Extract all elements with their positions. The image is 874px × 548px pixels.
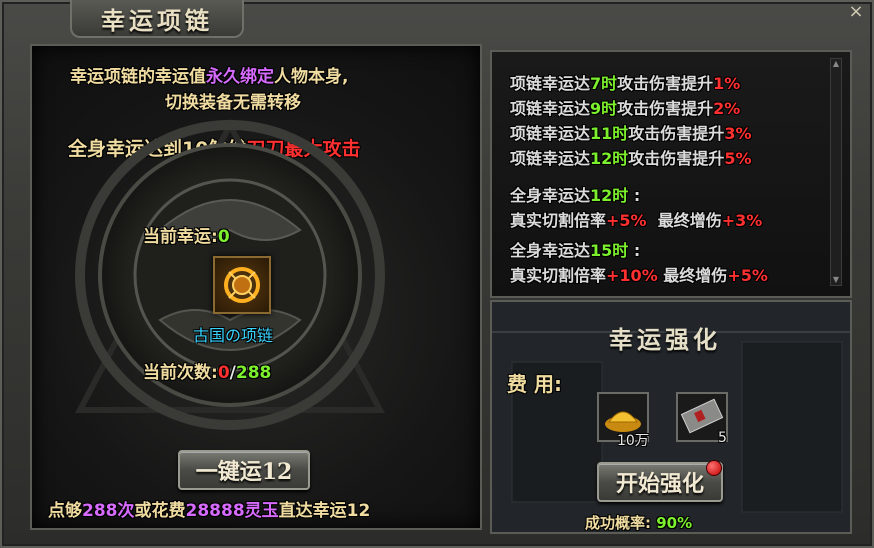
tier2-header: 全身幸运达15时 : xyxy=(510,237,640,261)
scroll-up-icon[interactable]: ▲ xyxy=(831,59,841,69)
stat-label: 真实切割倍率 xyxy=(510,211,607,230)
count-max: 288 xyxy=(235,363,272,383)
necklace-icon xyxy=(224,267,260,303)
one-click-button-label: 一键运12 xyxy=(195,459,293,485)
success-rate: 成功概率: 90% xyxy=(585,512,692,533)
success-value: 90% xyxy=(656,514,693,532)
necklace-bonus-row: 项链幸运达12时攻击伤害提升5% xyxy=(510,145,751,169)
section-title: 幸运强化 xyxy=(609,325,721,354)
close-icon[interactable]: × xyxy=(846,2,866,22)
window-title-tab: 幸运项链 xyxy=(70,0,244,38)
footer-text: 或花费 xyxy=(134,501,186,521)
tier-threshold: 12时 xyxy=(590,186,629,205)
bonus-threshold: 11时 xyxy=(590,124,629,143)
necklace-bonus-row: 项链幸运达7时攻击伤害提升1% xyxy=(510,70,740,94)
stat-label: 最终增伤 xyxy=(657,211,722,230)
stat-value: +5% xyxy=(606,211,647,230)
bonus-text: 攻击伤害提升 xyxy=(628,124,725,143)
stat-value: +5% xyxy=(727,266,768,285)
stat-value: +3% xyxy=(721,211,763,230)
desc-text: 幸运项链的幸运值 xyxy=(70,67,206,87)
success-label: 成功概率: xyxy=(585,514,651,532)
gold-cost-qty: 10万 xyxy=(617,433,649,449)
window-title: 幸运项链 xyxy=(101,5,213,35)
current-luck-value: 0 xyxy=(217,227,230,247)
item-cost-qty: 5 xyxy=(718,430,727,446)
footer-line: 点够288次或花费28888灵玉直达幸运12 xyxy=(48,496,370,521)
tier-text: 全身幸运达 xyxy=(510,241,591,260)
bonus-text: 项链幸运达 xyxy=(510,99,591,118)
desc-highlight: 永久绑定 xyxy=(206,67,274,87)
bonus-value: 3% xyxy=(724,124,752,143)
footer-text: 直达幸运12 xyxy=(278,501,371,521)
tier1-stats: 真实切割倍率+5% 最终增伤+3% xyxy=(510,207,762,231)
bonus-value: 1% xyxy=(713,74,741,93)
bonus-text: 项链幸运达 xyxy=(510,149,591,168)
desc-line-1: 幸运项链的幸运值永久绑定人物本身, xyxy=(70,62,348,87)
footer-highlight: 28888灵玉 xyxy=(185,501,279,521)
bonus-text: 项链幸运达 xyxy=(510,124,591,143)
bonus-text: 攻击伤害提升 xyxy=(628,149,725,168)
scrollbar[interactable]: ▲ ▼ xyxy=(830,58,842,286)
bonus-threshold: 7时 xyxy=(590,74,618,93)
stat-label: 真实切割倍率 xyxy=(510,266,607,285)
bonus-value: 5% xyxy=(724,149,752,168)
current-luck-label: 当前幸运: xyxy=(143,227,218,247)
notification-dot-icon xyxy=(706,460,722,476)
stat-value: +10% xyxy=(606,266,658,285)
footer-text: 点够 xyxy=(48,501,82,521)
tier-colon: : xyxy=(633,241,641,260)
start-enhance-button[interactable]: 开始强化 xyxy=(597,462,723,502)
start-enhance-button-label: 开始强化 xyxy=(615,471,704,497)
one-click-button[interactable]: 一键运12 xyxy=(178,450,310,490)
bonus-text: 项链幸运达 xyxy=(510,74,591,93)
tier2-stats: 真实切割倍率+10% 最终增伤+5% xyxy=(510,262,768,286)
bonus-threshold: 9时 xyxy=(590,99,618,118)
bonus-value: 2% xyxy=(713,99,741,118)
current-luck: 当前幸运:0 xyxy=(143,222,230,247)
bonus-text: 攻击伤害提升 xyxy=(617,74,714,93)
bonus-text: 攻击伤害提升 xyxy=(617,99,714,118)
current-count: 当前次数:0/288 xyxy=(143,358,271,383)
tier-text: 全身幸运达 xyxy=(510,186,591,205)
stat-label: 最终增伤 xyxy=(663,266,728,285)
current-count-label: 当前次数: xyxy=(143,363,218,383)
cost-label: 费 用: xyxy=(507,372,562,396)
current-count-value: 0 xyxy=(217,363,230,383)
bonus-threshold: 12时 xyxy=(590,149,629,168)
footer-highlight: 288次 xyxy=(82,501,135,521)
item-name: 古国の项链 xyxy=(193,326,274,345)
tier1-header: 全身幸运达12时 : xyxy=(510,182,640,206)
necklace-bonus-row: 项链幸运达11时攻击伤害提升3% xyxy=(510,120,751,144)
tier-threshold: 15时 xyxy=(590,241,629,260)
necklace-slot[interactable] xyxy=(213,256,271,314)
scroll-down-icon[interactable]: ▼ xyxy=(831,275,841,285)
tier-colon: : xyxy=(633,186,641,205)
necklace-bonus-row: 项链幸运达9时攻击伤害提升2% xyxy=(510,95,740,119)
desc-text: 人物本身, xyxy=(274,67,349,87)
